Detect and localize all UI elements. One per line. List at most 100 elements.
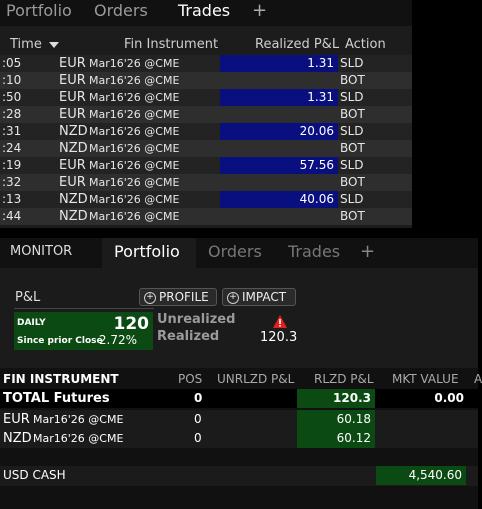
trade-expiry: Mar16'26 @CME — [89, 193, 180, 206]
table-row[interactable]: :05 EUR Mar16'26 @CME 1.31 SLD — [0, 55, 412, 72]
tab-trades-bottom[interactable]: Trades — [288, 238, 340, 268]
total-rlzd: 120.3 — [297, 389, 375, 408]
trade-action: SLD — [340, 56, 364, 70]
trade-realized-pnl — [220, 174, 338, 191]
row-currency: NZD — [3, 431, 32, 446]
trade-action: SLD — [340, 124, 364, 138]
trade-time: :28 — [2, 107, 22, 121]
unrealized-label: Unrealized — [157, 312, 236, 327]
row-currency: EUR — [3, 412, 30, 427]
plus-circle-icon: + — [227, 291, 239, 304]
col-time-header[interactable]: Time — [10, 37, 59, 52]
trade-realized-pnl — [220, 208, 338, 225]
trade-expiry: Mar16'26 @CME — [89, 74, 180, 87]
trade-expiry: Mar16'26 @CME — [89, 91, 180, 104]
trade-action: BOT — [340, 141, 365, 155]
cash-label: USD CASH — [3, 468, 66, 482]
table-row[interactable]: :19 EUR Mar16'26 @CME 57.56 SLD — [0, 157, 412, 174]
since-prior-value: 2.72% — [98, 333, 137, 347]
trade-expiry: Mar16'26 @CME — [89, 125, 180, 138]
impact-button[interactable]: + IMPACT — [222, 288, 296, 306]
col-rlzd-pnl-header[interactable]: RLZD P&L — [314, 372, 374, 386]
table-row[interactable]: :28 EUR Mar16'26 @CME BOT — [0, 106, 412, 123]
since-prior-label: Since prior Close — [17, 336, 103, 346]
trade-time: :24 — [2, 141, 22, 155]
trade-realized-pnl: 1.31 — [220, 55, 338, 72]
tab-monitor[interactable]: MONITOR — [0, 238, 100, 268]
plus-circle-icon: + — [144, 291, 156, 304]
col-unrlzd-pnl-header[interactable]: UNRLZD P&L — [217, 372, 294, 386]
daily-pnl-box: DAILY 120 Since prior Close 2.72% — [14, 312, 153, 350]
row-expiry: Mar16'26 @CME — [33, 432, 124, 445]
trade-currency: EUR — [59, 90, 86, 105]
row-pos: 0 — [194, 431, 202, 445]
trade-realized-pnl — [220, 106, 338, 123]
col-fin-instrument-header[interactable]: FIN INSTRUMENT — [3, 372, 119, 386]
warning-icon[interactable] — [273, 313, 287, 328]
trade-action: SLD — [340, 90, 364, 104]
profile-button[interactable]: + PROFILE — [139, 288, 217, 306]
sort-down-icon — [48, 41, 59, 48]
total-pos: 0 — [194, 391, 203, 405]
table-row[interactable]: :24 NZD Mar16'26 @CME BOT — [0, 140, 412, 157]
table-row[interactable]: :10 EUR Mar16'26 @CME BOT — [0, 72, 412, 89]
trade-currency: NZD — [59, 124, 88, 139]
row-rlzd-pnl: 60.12 — [297, 429, 375, 448]
trade-expiry: Mar16'26 @CME — [89, 210, 180, 223]
trade-currency: NZD — [59, 192, 88, 207]
col-mkt-value-header[interactable]: MKT VALUE — [392, 372, 459, 386]
trade-expiry: Mar16'26 @CME — [89, 108, 180, 121]
total-mkt-value: 0.00 — [434, 391, 464, 405]
trade-currency: NZD — [59, 209, 88, 224]
profile-button-label: PROFILE — [159, 290, 209, 304]
col-time-label: Time — [10, 37, 42, 52]
trades-panel: Portfolio Orders Trades + Time Fin Instr… — [0, 0, 412, 228]
table-row[interactable]: NZD Mar16'26 @CME 0 60.12 — [0, 429, 478, 448]
trade-action: SLD — [340, 158, 364, 172]
divider — [14, 308, 154, 309]
table-row[interactable]: :31 NZD Mar16'26 @CME 20.06 SLD — [0, 123, 412, 140]
table-row[interactable]: :32 EUR Mar16'26 @CME BOT — [0, 174, 412, 191]
tab-orders-bottom[interactable]: Orders — [208, 238, 262, 268]
tab-portfolio[interactable]: Portfolio — [0, 0, 86, 26]
add-tab-icon[interactable]: + — [252, 0, 267, 21]
table-row[interactable]: :44 NZD Mar16'26 @CME BOT — [0, 208, 412, 225]
trade-action: SLD — [340, 192, 364, 206]
trade-currency: EUR — [59, 175, 86, 190]
col-instrument-header[interactable]: Fin Instrument — [124, 37, 218, 52]
daily-value: 120 — [113, 314, 150, 334]
col-action-header[interactable]: Action — [345, 37, 386, 52]
tab-orders[interactable]: Orders — [88, 0, 172, 26]
trade-currency: EUR — [59, 73, 86, 88]
trade-currency: EUR — [59, 107, 86, 122]
col-pos-header[interactable]: POS — [178, 372, 202, 386]
table-row[interactable]: :50 EUR Mar16'26 @CME 1.31 SLD — [0, 89, 412, 106]
trade-action: BOT — [340, 209, 365, 223]
table-row[interactable]: :13 NZD Mar16'26 @CME 40.06 SLD — [0, 191, 412, 208]
col-extra-header[interactable]: A — [474, 372, 482, 386]
tab-portfolio-bottom[interactable]: Portfolio — [102, 238, 196, 268]
table-row-cash[interactable]: USD CASH 4,540.60 — [0, 466, 478, 486]
daily-label: DAILY — [17, 318, 46, 328]
trade-action: BOT — [340, 107, 365, 121]
trade-realized-pnl: 40.06 — [220, 191, 338, 208]
bottom-tab-bar: MONITOR Portfolio Orders Trades + — [0, 238, 478, 268]
trade-time: :05 — [2, 56, 22, 70]
trade-action: BOT — [340, 175, 365, 189]
table-row[interactable]: EUR Mar16'26 @CME 0 60.18 — [0, 410, 478, 429]
realized-label: Realized — [157, 329, 220, 344]
trade-realized-pnl — [220, 72, 338, 89]
col-realized-pnl-header[interactable]: Realized P&L — [255, 37, 339, 52]
trade-time: :10 — [2, 73, 22, 87]
row-pos: 0 — [194, 412, 202, 426]
pnl-summary: P&L + PROFILE + IMPACT DAILY 120 Since pri… — [0, 268, 478, 368]
trade-expiry: Mar16'26 @CME — [89, 176, 180, 189]
add-tab-icon-bottom[interactable]: + — [360, 241, 375, 262]
table-row-total[interactable]: TOTAL Futures 0 120.3 0.00 — [0, 389, 478, 408]
row-rlzd-pnl: 60.18 — [297, 410, 375, 429]
cash-value: 4,540.60 — [376, 466, 466, 485]
tab-trades[interactable]: Trades — [172, 0, 246, 26]
trade-action: BOT — [340, 73, 365, 87]
trade-time: :13 — [2, 192, 22, 206]
trade-realized-pnl: 57.56 — [220, 157, 338, 174]
